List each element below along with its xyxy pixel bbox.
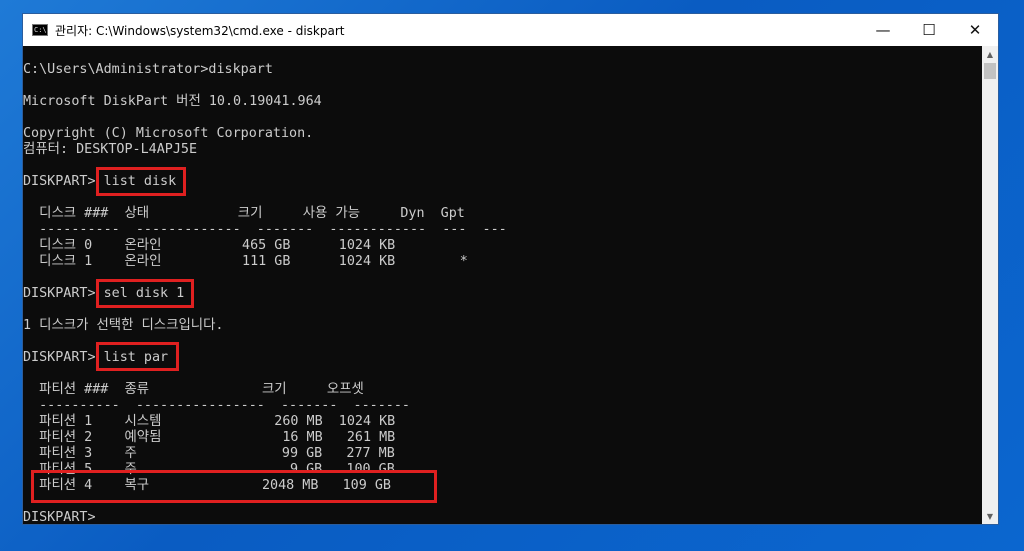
disk-table-header: 디스크 ### 상태 크기 사용 가능 Dyn Gpt [23,206,465,221]
cmd-window: C:\ 관리자: C:\Windows\system32\cmd.exe - d… [22,13,999,525]
disk-table-row: 디스크 0 온라인 465 GB 1024 KB [23,238,396,253]
console-line: Copyright (C) Microsoft Corporation. [23,126,314,141]
highlight-list-disk [96,167,186,196]
partition-table-row: 파티션 2 예약됨 16 MB 261 MB [23,430,396,445]
highlight-list-par [96,342,179,371]
maximize-button[interactable]: ☐ [906,14,952,46]
console-line: 컴퓨터: DESKTOP-L4APJ5E [23,142,198,157]
cmd-icon: C:\ [32,24,48,36]
console-line: C:\Users\Administrator>diskpart [23,62,273,77]
highlight-recovery-partition [31,470,437,503]
console-line: Microsoft DiskPart 버전 10.0.19041.964 [23,94,322,109]
highlight-sel-disk [96,279,194,308]
window-title: 관리자: C:\Windows\system32\cmd.exe - diskp… [55,24,345,38]
vertical-scrollbar[interactable]: ▲ ▼ [982,46,998,524]
partition-table-row: 파티션 3 주 99 GB 277 MB [23,446,395,461]
partition-table-divider: ---------- ---------------- ------- ----… [23,398,410,413]
title-bar[interactable]: C:\ 관리자: C:\Windows\system32\cmd.exe - d… [23,14,998,46]
disk-table-divider: ---------- ------------- ------- -------… [23,222,507,237]
scroll-down-icon[interactable]: ▼ [982,508,998,524]
scroll-up-icon[interactable]: ▲ [982,46,998,62]
partition-table-row: 파티션 1 시스템 260 MB 1024 KB [23,414,396,429]
close-button[interactable]: ✕ [952,14,998,46]
minimize-button[interactable]: — [860,14,906,46]
console-prompt[interactable]: DISKPART> [23,510,96,524]
partition-table-header: 파티션 ### 종류 크기 오프셋 [23,382,364,397]
scrollbar-thumb[interactable] [984,63,996,79]
disk-table-row: 디스크 1 온라인 111 GB 1024 KB * [23,254,468,269]
console-line: 1 디스크가 선택한 디스크입니다. [23,318,224,333]
